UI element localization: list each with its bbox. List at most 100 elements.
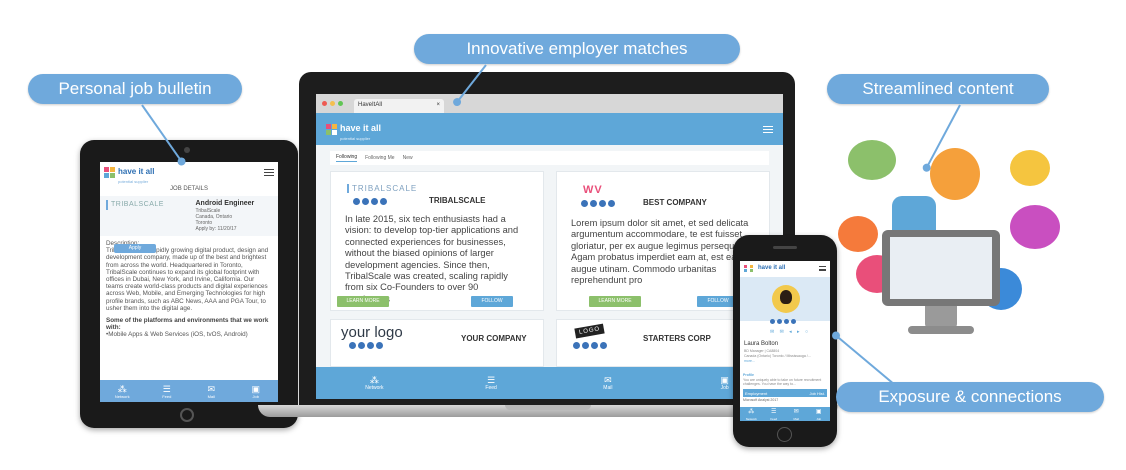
people-bubble-icon	[838, 216, 878, 252]
home-button[interactable]	[777, 427, 792, 442]
callout-employer-matches: Innovative employer matches	[414, 34, 740, 64]
menu-icon[interactable]	[819, 265, 826, 271]
monitor-base	[908, 326, 974, 334]
monitor-screen	[890, 237, 992, 299]
home-button[interactable]	[180, 408, 194, 422]
facebook-icon[interactable]	[573, 342, 580, 349]
nav-feed[interactable]: ☰ Feed	[145, 380, 190, 402]
briefcase-icon: ▣	[815, 409, 822, 415]
social-icons	[581, 200, 615, 207]
twitter-icon[interactable]	[362, 198, 369, 205]
briefcase-icon: ▣	[251, 383, 260, 394]
nav-job[interactable]: ▣ Job	[808, 407, 831, 421]
tablet-header: have it all potential supplier	[100, 162, 278, 184]
nav-label: Feed	[770, 417, 778, 421]
network-icon: ⁂	[369, 375, 379, 385]
phone-bottom-nav: ⁂ Network ☰ Feed ✉ Mail ▣ Job	[740, 407, 830, 421]
app-header: have it all potential supplier	[316, 113, 783, 145]
minimize-dot-icon[interactable]	[330, 101, 335, 106]
nav-label: Job	[252, 393, 259, 399]
linkedin-icon[interactable]	[376, 342, 383, 349]
apply-button[interactable]: Apply	[114, 244, 156, 253]
nav-job[interactable]: ▣ Job	[234, 380, 279, 402]
platforms-label: Some of the platforms and environments t…	[106, 317, 269, 332]
google-icon[interactable]	[599, 200, 606, 207]
google-icon[interactable]	[367, 342, 374, 349]
nav-mail[interactable]: ✉ Mail	[785, 407, 808, 421]
nav-feed[interactable]: ☰ Feed	[433, 367, 550, 399]
nav-mail[interactable]: ✉ Mail	[550, 367, 667, 399]
google-icon[interactable]	[784, 319, 789, 324]
company-name: YOUR COMPANY	[461, 334, 527, 343]
callout-exposure-connections: Exposure & connections	[836, 382, 1104, 412]
linkedin-icon[interactable]	[600, 342, 607, 349]
menu-icon[interactable]	[264, 168, 274, 176]
close-dot-icon[interactable]	[322, 101, 327, 106]
google-icon[interactable]	[371, 198, 378, 205]
rss-icon: ☰	[487, 375, 496, 385]
menu-icon[interactable]	[763, 125, 773, 133]
linkedin-icon[interactable]	[380, 198, 387, 205]
chat-bubble-icon	[848, 140, 896, 180]
learn-more-button[interactable]: LEARN MORE	[337, 296, 389, 307]
rss-icon: ☰	[771, 409, 777, 415]
twitter-icon[interactable]	[358, 342, 365, 349]
stage: have it all potential supplier JOB DETAI…	[0, 0, 1126, 470]
company-logo: WV	[583, 184, 603, 196]
nav-network[interactable]: ⁂ Network	[100, 380, 145, 402]
nav-label: Mail	[603, 385, 613, 391]
facebook-icon[interactable]	[353, 198, 360, 205]
facebook-icon[interactable]	[770, 319, 775, 324]
learn-more-button[interactable]: LEARN MORE	[589, 296, 641, 307]
briefcase-icon: ▣	[720, 375, 729, 385]
employment-label: Employment	[745, 390, 768, 396]
linkedin-icon[interactable]	[791, 319, 796, 324]
document-bubble-icon	[1010, 205, 1060, 249]
job-info: Android Engineer TribalScale Canada, Ont…	[196, 200, 273, 232]
company-name: BEST COMPANY	[643, 198, 707, 207]
job-title: Android Engineer	[195, 200, 255, 207]
nav-label: Network	[114, 393, 130, 399]
more-link[interactable]: more...	[744, 359, 828, 364]
tab-following[interactable]: Following	[336, 154, 358, 162]
maximize-dot-icon[interactable]	[338, 101, 343, 106]
profile-details: BD Manager | CA8804 Canada (Ontario) Tor…	[744, 349, 828, 364]
network-icon: ⁂	[748, 409, 755, 415]
phone-device: have it all ✉ ✉ ◂ ▸ ○ Laura Bolton BD Ma…	[733, 235, 837, 447]
company-description: In late 2015, six tech enthusiasts had a…	[345, 214, 519, 304]
company-logo: LOGO	[574, 323, 605, 339]
twitter-icon[interactable]	[777, 319, 782, 324]
nav-feed[interactable]: ☰ Feed	[763, 407, 786, 421]
film-bubble-icon	[930, 148, 980, 200]
twitter-icon[interactable]	[590, 200, 597, 207]
company-logo: TRIBALSCALE	[347, 184, 417, 193]
camera-icon	[184, 147, 190, 153]
tab-following-me[interactable]: Following Me	[365, 155, 394, 161]
profile-section: Profile You are uniquely able to take on…	[743, 373, 827, 387]
tab-close-icon[interactable]: ×	[436, 102, 440, 110]
nav-network[interactable]: ⁂ Network	[316, 367, 433, 399]
message-bubble-icon	[1010, 150, 1050, 186]
follow-button[interactable]: FOLLOW	[471, 296, 513, 307]
description-text: TribalScale is a rapidly growing digital…	[106, 247, 269, 312]
contact-icons[interactable]: ✉ ✉ ◂ ▸ ○	[770, 329, 810, 335]
linkedin-icon[interactable]	[608, 200, 615, 207]
google-icon[interactable]	[591, 342, 598, 349]
browser-bar: HaveItAll ×	[316, 94, 783, 113]
job-apply-by: Apply by: 11/20/17	[195, 226, 237, 232]
company-logo: your logo	[341, 324, 403, 341]
mail-icon: ✉	[207, 383, 216, 394]
logo-squares-icon	[326, 123, 337, 135]
browser-tab[interactable]: HaveItAll ×	[354, 99, 444, 113]
tab-new[interactable]: New	[403, 155, 413, 161]
rss-icon: ☰	[162, 383, 171, 394]
callout-personal-job-bulletin: Personal job bulletin	[28, 74, 242, 104]
facebook-icon[interactable]	[581, 200, 588, 207]
twitter-icon[interactable]	[582, 342, 589, 349]
facebook-icon[interactable]	[349, 342, 356, 349]
network-icon: ⁂	[117, 383, 127, 394]
nav-mail[interactable]: ✉ Mail	[189, 380, 234, 402]
employment-link[interactable]: Job Hist.	[809, 391, 825, 396]
nav-network[interactable]: ⁂ Network	[740, 407, 763, 421]
logo-squares-icon	[744, 264, 755, 272]
